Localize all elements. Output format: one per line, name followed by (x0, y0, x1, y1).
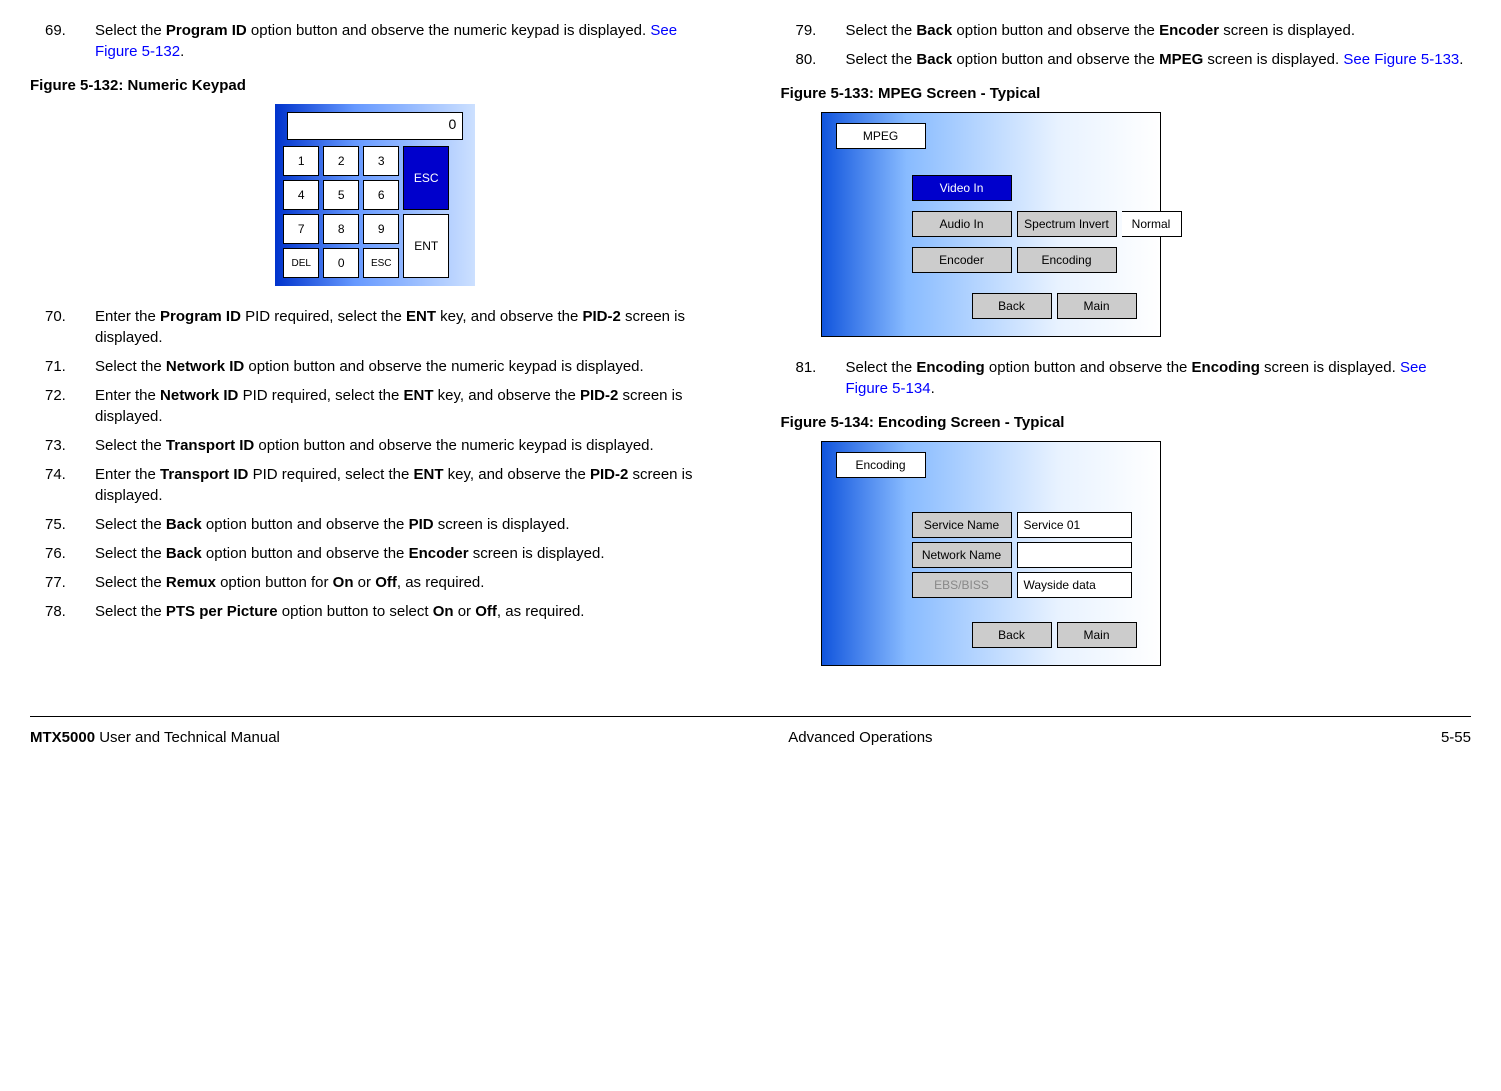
key-9[interactable]: 9 (363, 214, 399, 244)
back-button[interactable]: Back (972, 622, 1052, 648)
service-name-value: Service 01 (1017, 512, 1132, 538)
step-70: 70. Enter the Program ID PID required, s… (30, 306, 721, 348)
key-2[interactable]: 2 (323, 146, 359, 176)
right-column: 79. Select the Back option button and ob… (781, 20, 1472, 686)
step-75: 75. Select the Back option button and ob… (30, 514, 721, 535)
figure-132-caption: Figure 5-132: Numeric Keypad (30, 77, 721, 94)
step-73: 73. Select the Transport ID option butto… (30, 435, 721, 456)
footer-right: 5-55 (1441, 729, 1471, 746)
step-71: 71. Select the Network ID option button … (30, 356, 721, 377)
normal-value: Normal (1122, 211, 1182, 237)
encoding-screen: Encoding Service Name Service 01 Network… (821, 441, 1161, 666)
step-74: 74. Enter the Transport ID PID required,… (30, 464, 721, 506)
key-del[interactable]: DEL (283, 248, 319, 278)
wayside-data-value: Wayside data (1017, 572, 1132, 598)
encoder-button[interactable]: Encoder (912, 247, 1012, 273)
service-name-button[interactable]: Service Name (912, 512, 1012, 538)
main-button[interactable]: Main (1057, 293, 1137, 319)
figure-link[interactable]: See Figure 5-133 (1343, 51, 1459, 68)
key-0[interactable]: 0 (323, 248, 359, 278)
left-column: 69. Select the Program ID option button … (30, 20, 721, 686)
footer-left: MTX5000 User and Technical Manual (30, 729, 280, 746)
step-81: 81. Select the Encoding option button an… (781, 357, 1472, 399)
main-button[interactable]: Main (1057, 622, 1137, 648)
step-text: Select the Program ID option button and … (95, 20, 721, 62)
key-5[interactable]: 5 (323, 180, 359, 210)
step-num: 69. (30, 20, 95, 62)
back-button[interactable]: Back (972, 293, 1052, 319)
step-72: 72. Enter the Network ID PID required, s… (30, 385, 721, 427)
numeric-keypad: 0 1 2 3 4 5 6 7 8 9 DEL 0 ESC ESC (275, 104, 475, 286)
step-76: 76. Select the Back option button and ob… (30, 543, 721, 564)
keypad-display: 0 (287, 112, 463, 140)
key-1[interactable]: 1 (283, 146, 319, 176)
figure-134-caption: Figure 5-134: Encoding Screen - Typical (781, 414, 1472, 431)
key-8[interactable]: 8 (323, 214, 359, 244)
key-ent[interactable]: ENT (403, 214, 449, 278)
key-4[interactable]: 4 (283, 180, 319, 210)
ebs-biss-button[interactable]: EBS/BISS (912, 572, 1012, 598)
step-78: 78. Select the PTS per Picture option bu… (30, 601, 721, 622)
mpeg-screen: MPEG Video In Audio In Spectrum Invert N… (821, 112, 1161, 337)
network-name-button[interactable]: Network Name (912, 542, 1012, 568)
step-77: 77. Select the Remux option button for O… (30, 572, 721, 593)
footer-center: Advanced Operations (788, 729, 932, 746)
spectrum-invert-button[interactable]: Spectrum Invert (1017, 211, 1117, 237)
key-6[interactable]: 6 (363, 180, 399, 210)
network-name-value (1017, 542, 1132, 568)
audio-in-button[interactable]: Audio In (912, 211, 1012, 237)
key-7[interactable]: 7 (283, 214, 319, 244)
mpeg-tab[interactable]: MPEG (836, 123, 926, 149)
step-69: 69. Select the Program ID option button … (30, 20, 721, 62)
page-footer: MTX5000 User and Technical Manual Advanc… (30, 716, 1471, 746)
step-79: 79. Select the Back option button and ob… (781, 20, 1472, 41)
encoding-button[interactable]: Encoding (1017, 247, 1117, 273)
figure-133-caption: Figure 5-133: MPEG Screen - Typical (781, 85, 1472, 102)
step-80: 80. Select the Back option button and ob… (781, 49, 1472, 70)
video-in-button[interactable]: Video In (912, 175, 1012, 201)
key-esc[interactable]: ESC (403, 146, 449, 210)
encoding-tab[interactable]: Encoding (836, 452, 926, 478)
key-esc-small[interactable]: ESC (363, 248, 399, 278)
key-3[interactable]: 3 (363, 146, 399, 176)
